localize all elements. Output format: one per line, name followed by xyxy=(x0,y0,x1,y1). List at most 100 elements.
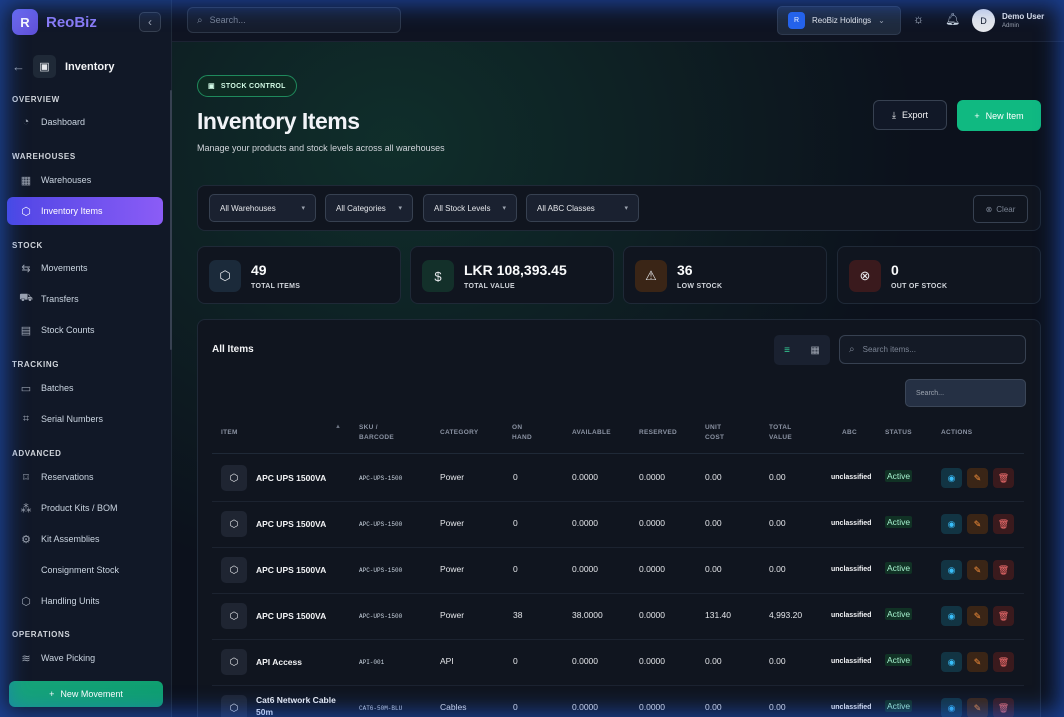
category-filter-select[interactable]: All Categories ▾ xyxy=(325,194,413,222)
organization-switcher[interactable]: R ReoBiz Holdings ⌄ xyxy=(777,6,901,35)
items-search-input[interactable]: ⌕ Search items... xyxy=(839,335,1026,364)
sidebar-item-reservations[interactable]: ⌑ Reservations xyxy=(7,463,163,491)
collapse-sidebar-button[interactable]: ‹ xyxy=(139,12,161,32)
box-icon: ⬡ xyxy=(221,465,247,491)
item-sku: API-001 xyxy=(359,659,385,666)
sidebar-item-kit-assemblies[interactable]: ⚙ Kit Assemblies xyxy=(7,525,163,553)
status-badge: Active xyxy=(885,608,913,620)
sidebar-item-consignment-stock[interactable]: Consignment Stock xyxy=(7,556,163,584)
sort-up-icon[interactable]: ▲ xyxy=(335,424,341,430)
user-menu[interactable]: D Demo User Admin xyxy=(972,9,1044,32)
layers-icon: ▭ xyxy=(20,382,32,395)
x-circle-icon: ⊗ xyxy=(849,260,881,292)
sidebar-item-handling-units[interactable]: ⬡ Handling Units xyxy=(7,587,163,615)
item-available: 38.0000 xyxy=(572,610,603,620)
col-on-hand[interactable]: ON HAND xyxy=(512,423,534,443)
search-placeholder: Search... xyxy=(209,15,246,25)
arrows-icon: ⇆ xyxy=(21,262,31,275)
view-button[interactable]: ◉ xyxy=(941,606,962,626)
brand[interactable]: R ReoBiz xyxy=(12,9,97,35)
delete-button[interactable]: 🗑︎ xyxy=(993,468,1014,488)
col-sku[interactable]: SKU / BARCODE xyxy=(359,423,399,443)
sidebar-item-inventory-items[interactable]: ⬡ Inventory Items xyxy=(7,197,163,225)
col-reserved[interactable]: RESERVED xyxy=(639,428,677,438)
item-name[interactable]: APC UPS 1500VA xyxy=(256,564,348,576)
grid-view-icon[interactable]: ▦ xyxy=(810,345,819,356)
col-abc[interactable]: ABC xyxy=(842,428,857,438)
table-row[interactable]: ⬡ APC UPS 1500VA APC-UPS-1500 Power 38 38.000… xyxy=(212,594,1024,640)
delete-button[interactable]: 🗑︎ xyxy=(993,560,1014,580)
stock-level-filter-select[interactable]: All Stock Levels ▾ xyxy=(423,194,517,222)
new-item-button[interactable]: + New Item xyxy=(957,100,1041,131)
sidebar-item-serial-numbers[interactable]: ⌗ Serial Numbers xyxy=(7,405,163,433)
col-item[interactable]: ITEM xyxy=(221,428,238,438)
view-button[interactable]: ◉ xyxy=(941,514,962,534)
edit-button[interactable]: ✎ xyxy=(967,514,988,534)
col-label: STATUS xyxy=(885,429,912,436)
stat-value: 36 xyxy=(677,262,693,278)
new-movement-button[interactable]: + New Movement xyxy=(9,681,163,707)
sidebar-item-batches[interactable]: ▭ Batches xyxy=(7,374,163,402)
sidebar-item-stock-counts[interactable]: ▤ Stock Counts xyxy=(7,316,163,344)
eye-icon: ◉ xyxy=(947,564,956,575)
sidebar-item-transfers[interactable]: ⛟ Transfers xyxy=(7,285,163,313)
sidebar-item-movements[interactable]: ⇆ Movements xyxy=(7,254,163,282)
dashboard-icon: ◔ xyxy=(22,116,30,128)
view-button[interactable]: ◉ xyxy=(941,468,962,488)
delete-button[interactable]: 🗑︎ xyxy=(993,514,1014,534)
view-button[interactable]: ◉ xyxy=(941,652,962,672)
edit-button[interactable]: ✎ xyxy=(967,560,988,580)
stat-label: TOTAL VALUE xyxy=(464,283,516,290)
status-badge: Active xyxy=(885,654,913,666)
pencil-icon: ✎ xyxy=(973,472,982,483)
sidebar-item-warehouses[interactable]: ▦ Warehouses xyxy=(7,166,163,194)
table-row[interactable]: ⬡ APC UPS 1500VA APC-UPS-1500 Power 0 0.0000 0… xyxy=(212,548,1024,594)
item-total-value: 0.00 xyxy=(769,702,786,712)
export-button[interactable]: ⤓ Export xyxy=(873,100,947,130)
back-arrow-icon[interactable]: ← xyxy=(12,59,25,74)
edit-button[interactable]: ✎ xyxy=(967,468,988,488)
stat-value: LKR 108,393.45 xyxy=(464,262,567,278)
col-unit-cost[interactable]: UNIT COST xyxy=(705,423,727,443)
item-name[interactable]: API Access xyxy=(256,656,348,668)
theme-toggle-icon[interactable]: ☼ xyxy=(913,12,924,26)
col-available[interactable]: AVAILABLE xyxy=(572,428,611,438)
edit-button[interactable]: ✎ xyxy=(967,652,988,672)
view-button[interactable]: ◉ xyxy=(941,698,962,717)
status-badge: Active xyxy=(885,700,913,712)
chevron-down-icon: ▾ xyxy=(624,205,628,212)
abc-class-filter-select[interactable]: All ABC Classes ▾ xyxy=(526,194,639,222)
view-button[interactable]: ◉ xyxy=(941,560,962,580)
item-name[interactable]: Cat6 Network Cable 50m xyxy=(256,694,348,717)
sidebar-item-label: Kit Assemblies xyxy=(41,534,100,544)
item-name[interactable]: APC UPS 1500VA xyxy=(256,610,348,622)
global-search-input[interactable]: ⌕ Search... xyxy=(187,7,401,33)
table-row[interactable]: ⬡ API Access API-001 API 0 0.0000 0.0000 0.00 0.… xyxy=(212,640,1024,686)
col-total-value[interactable]: TOTAL VALUE xyxy=(769,423,799,443)
sidebar-item-wave-picking[interactable]: ≋ Wave Picking xyxy=(7,644,163,672)
delete-button[interactable]: 🗑︎ xyxy=(993,606,1014,626)
col-label: ACTIONS xyxy=(941,429,973,436)
edit-button[interactable]: ✎ xyxy=(967,698,988,717)
sidebar-item-dashboard[interactable]: ◔ Dashboard xyxy=(7,108,163,136)
list-view-icon[interactable]: ≡ xyxy=(784,345,790,356)
col-status[interactable]: STATUS xyxy=(885,428,912,438)
edit-button[interactable]: ✎ xyxy=(967,606,988,626)
item-sku: APC-UPS-1500 xyxy=(359,521,403,528)
export-label: Export xyxy=(901,110,928,120)
table-row[interactable]: ⬡ APC UPS 1500VA APC-UPS-1500 Power 0 0.0000 0… xyxy=(212,456,1024,502)
delete-button[interactable]: 🗑︎ xyxy=(993,652,1014,672)
table-row[interactable]: ⬡ Cat6 Network Cable 50m CAT6-50M-BLU Cable… xyxy=(212,686,1024,717)
download-icon: ⤓ xyxy=(892,109,896,120)
delete-button[interactable]: 🗑︎ xyxy=(993,698,1014,717)
clear-filters-button[interactable]: ⊗ Clear xyxy=(973,195,1028,223)
table-row[interactable]: ⬡ APC UPS 1500VA APC-UPS-1500 Power 0 0.0000 0… xyxy=(212,502,1024,548)
column-search-input[interactable]: Search... xyxy=(905,379,1026,407)
item-name[interactable]: APC UPS 1500VA xyxy=(256,472,348,484)
col-category[interactable]: CATEGORY xyxy=(440,428,479,438)
notification-bell-icon[interactable]: 🔔︎ xyxy=(945,12,960,26)
item-abc-class: unclassified xyxy=(831,612,872,619)
sidebar-item-product-kits[interactable]: ⁂ Product Kits / BOM xyxy=(7,494,163,522)
warehouse-filter-select[interactable]: All Warehouses ▾ xyxy=(209,194,316,222)
item-name[interactable]: APC UPS 1500VA xyxy=(256,518,348,530)
